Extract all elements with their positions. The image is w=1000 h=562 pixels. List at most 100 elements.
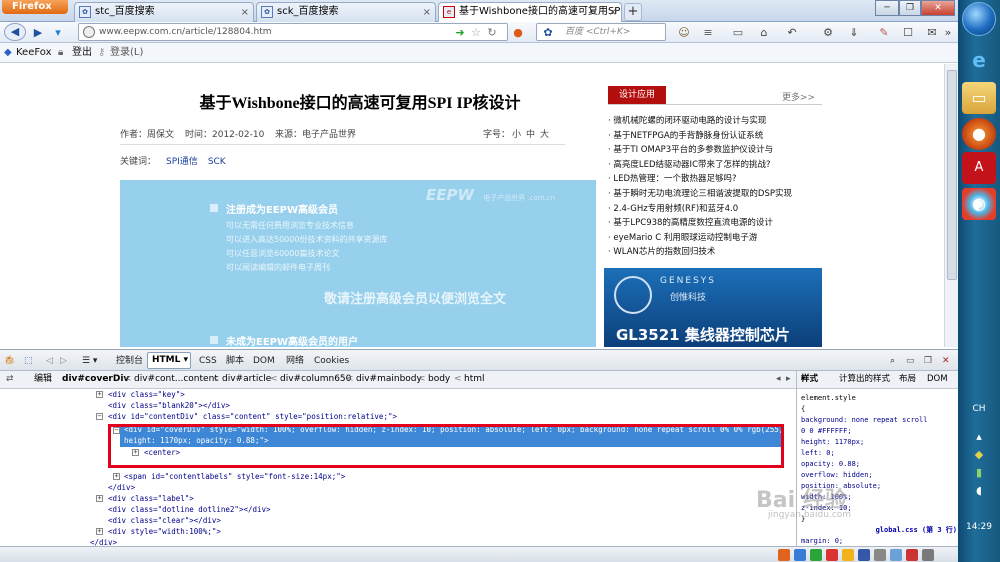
back-icon[interactable]: ◁ <box>46 354 53 368</box>
language-indicator[interactable]: CH <box>958 404 1000 414</box>
register-prompt[interactable]: 敬请注册高级会员以便浏览全文 <box>255 288 575 307</box>
expand-icon[interactable]: + <box>96 528 103 535</box>
chat-icon[interactable]: ☐ <box>900 25 916 41</box>
tree-node[interactable]: </div> <box>108 482 135 493</box>
history-icon[interactable]: ↶ <box>784 25 800 41</box>
tab-dom[interactable]: DOM <box>253 354 275 368</box>
start-button[interactable] <box>962 2 996 36</box>
close-window-button[interactable]: ✕ <box>921 0 955 16</box>
tools-icon[interactable]: ⚙ <box>820 25 836 41</box>
addon-icon[interactable] <box>778 549 790 561</box>
close-tab-icon[interactable]: × <box>423 4 431 22</box>
font-size-large[interactable]: 大 <box>540 127 549 140</box>
close-icon[interactable]: ✕ <box>942 354 950 368</box>
page-scrollbar[interactable] <box>944 64 958 347</box>
style-line[interactable]: 0 0 #FFFFFF; <box>801 426 957 437</box>
tab-css[interactable]: CSS <box>199 354 217 368</box>
overflow-icon[interactable]: » <box>940 25 956 41</box>
keyword-link[interactable]: SPI通信 <box>166 157 198 167</box>
comment-icon[interactable]: ✉ <box>924 25 940 41</box>
tree-node[interactable]: <div id="contentDiv" class="content" sty… <box>108 411 397 422</box>
scrollbar-thumb[interactable] <box>947 70 957 280</box>
more-link[interactable]: 更多>> <box>782 90 815 103</box>
ie-icon[interactable]: e <box>962 44 996 76</box>
close-tab-icon[interactable]: × <box>241 4 249 22</box>
sidebar-link[interactable]: · 基于LPC938的高精度数控直流电源的设计 <box>608 216 822 231</box>
sidebar-link[interactable]: · LED热管理：一个散热器足够吗? <box>608 172 822 187</box>
status-icon[interactable] <box>810 549 822 561</box>
style-line[interactable]: background: none repeat scroll <box>801 415 957 426</box>
edit-button[interactable]: 编辑 <box>34 371 52 388</box>
keefox-button[interactable]: KeeFox <box>16 46 52 60</box>
search-icon[interactable]: ⌕ <box>890 354 895 368</box>
crumb-body[interactable]: body <box>428 371 450 388</box>
style-line[interactable]: left: 0; <box>801 448 957 459</box>
tab-sck-search[interactable]: ✿ sck_百度搜索 × <box>256 2 436 22</box>
tree-node[interactable]: <div class="blank20"></div> <box>108 400 230 411</box>
inspect-icon[interactable]: ⬚ <box>24 354 33 368</box>
font-size-medium[interactable]: 中 <box>526 127 535 140</box>
crumb-coverdiv[interactable]: div#coverDiv <box>62 371 129 388</box>
keyword-link[interactable]: SCK <box>208 157 226 167</box>
genesys-banner-ad[interactable]: GENESYS 创惟科技 GL3521 集线器控制芯片 <box>604 268 822 347</box>
sidebar-link[interactable]: · WLAN芯片的指数回归技术 <box>608 245 822 260</box>
sidebar-link[interactable]: · 基于TI OMAP3平台的多参数监护仪设计与 <box>608 143 822 158</box>
pdf-icon[interactable]: A <box>962 152 996 184</box>
tab-script[interactable]: 脚本 <box>226 354 244 368</box>
crumb-scroll-left-icon[interactable]: ◂ <box>776 371 781 388</box>
tree-node[interactable]: </div> <box>90 537 117 546</box>
sidebar-link[interactable]: · 高亮度LED结驱动器IC带来了怎样的挑战? <box>608 158 822 173</box>
tray-arrow-icon[interactable]: ▴ <box>962 428 996 446</box>
crumb-content[interactable]: div#cont...content <box>134 371 218 388</box>
tray-shield-icon[interactable]: ◆ <box>962 446 996 464</box>
tree-node[interactable]: <div class="label"> <box>108 493 194 504</box>
crumb-scroll-right-icon[interactable]: ▸ <box>786 371 791 388</box>
expand-icon[interactable]: + <box>96 391 103 398</box>
collapse-icon[interactable]: − <box>96 413 103 420</box>
expand-icon[interactable]: + <box>113 473 120 480</box>
forward-icon[interactable]: ▷ <box>60 354 67 368</box>
menu-icon[interactable]: ☰ ▾ <box>82 354 97 368</box>
crumb-html[interactable]: html <box>464 371 485 388</box>
home-icon[interactable]: ⌂ <box>756 25 772 41</box>
stylesheet-link[interactable]: global.css (第 3 行) <box>801 525 957 536</box>
tab-dom[interactable]: DOM <box>927 371 948 388</box>
bug-icon[interactable] <box>842 549 854 561</box>
paint-icon[interactable]: ◐ <box>962 188 996 220</box>
tab-net[interactable]: 网络 <box>286 354 304 368</box>
addon-face-icon[interactable]: ☺ <box>676 25 692 41</box>
tab-stc-search[interactable]: ✿ stc_百度搜索 × <box>74 2 254 22</box>
go-icon[interactable]: ➜ <box>452 25 468 41</box>
tab-layout[interactable]: 布局 <box>899 371 916 388</box>
crumb-article[interactable]: div#article <box>222 371 271 388</box>
detach-icon[interactable]: ❐ <box>924 354 932 368</box>
crumb-column650[interactable]: div#column650 <box>280 371 351 388</box>
adblock-icon[interactable] <box>826 549 838 561</box>
tree-node[interactable]: <div class="key"> <box>108 389 185 400</box>
folder-icon[interactable]: ▭ <box>962 82 996 114</box>
tree-node[interactable]: <span id="contentlabels" style="font-siz… <box>124 471 345 482</box>
firebug-status-icon[interactable] <box>906 549 918 561</box>
tray-network-icon[interactable]: ▮ <box>962 464 996 482</box>
sidebar-link[interactable]: · 基于瞬时无功电流理论三相谐波提取的DSP实现 <box>608 187 822 202</box>
sidebar-link[interactable]: · 基于NETFPGA的手背静脉身份认证系统 <box>608 129 822 144</box>
bookmark-star-icon[interactable]: ☆ <box>468 25 484 41</box>
firefox-menu-button[interactable]: Firefox <box>2 0 68 14</box>
logout-button[interactable]: 登出 <box>72 46 92 60</box>
tray-volume-icon[interactable]: ◖ <box>962 482 996 500</box>
tree-node[interactable]: <div style="width:100%;"> <box>108 526 221 537</box>
reload-icon[interactable]: ↻ <box>484 25 500 41</box>
tab-computed[interactable]: 计算出的样式 <box>839 371 890 388</box>
resize-grip-icon[interactable] <box>922 549 934 561</box>
menu-icon[interactable]: ≡ <box>700 25 716 41</box>
tab-style[interactable]: 样式 ▾ <box>801 371 818 388</box>
firebug-icon[interactable]: 🐞︎ <box>4 354 15 368</box>
page-icon[interactable]: ▭ <box>730 25 746 41</box>
expand-icon[interactable]: ⇄ <box>6 371 14 388</box>
sidebar-link[interactable]: · 微机械陀螺的闭环驱动电路的设计与实现 <box>608 114 822 129</box>
new-tab-button[interactable]: + <box>624 3 642 21</box>
minimize-button[interactable]: ─ <box>875 0 899 16</box>
tree-node[interactable]: <div class="clear"></div> <box>108 515 221 526</box>
sidebar-link[interactable]: · eyeMario C 利用眼球运动控制电子游 <box>608 231 822 246</box>
sidebar-link[interactable]: · 2.4-GHz专用射频(RF)和蓝牙4.0 <box>608 202 822 217</box>
